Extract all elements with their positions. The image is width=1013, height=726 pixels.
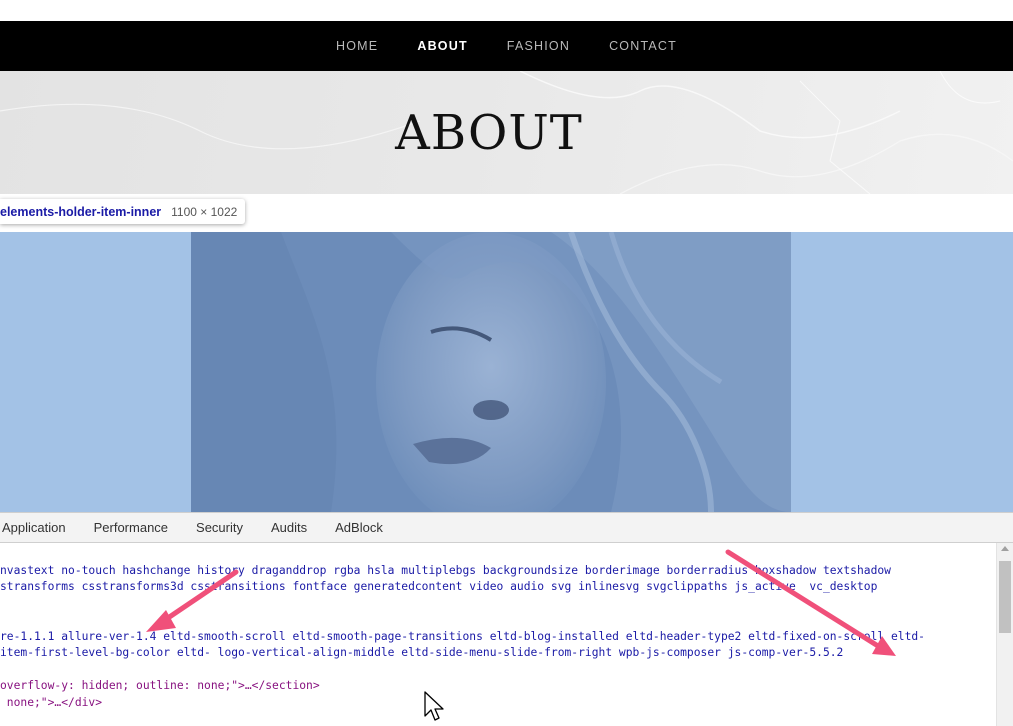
code-line[interactable]: overflow-y: hidden; outline: none;">…</s… — [0, 678, 320, 695]
tab-adblock[interactable]: AdBlock — [334, 520, 383, 535]
inspector-tooltip: elements-holder-item-inner 1100 × 1022 — [0, 199, 246, 224]
tab-audits[interactable]: Audits — [270, 520, 307, 535]
tab-application[interactable]: Application — [1, 520, 66, 535]
page-title: ABOUT — [395, 105, 583, 161]
nav-item-fashion[interactable]: FASHION — [507, 39, 570, 53]
element-dimensions: 1100 × 1022 — [171, 204, 238, 219]
code-line[interactable]: none;">…</div> — [0, 695, 102, 712]
code-scrollbar[interactable] — [996, 543, 1013, 726]
scroll-up-icon[interactable] — [1001, 546, 1009, 551]
code-line[interactable]: stransforms csstransforms3d csstransitio… — [0, 579, 877, 596]
page-hero: ABOUT — [0, 71, 1013, 194]
tab-performance[interactable]: Performance — [93, 520, 168, 535]
element-selector: elements-holder-item-inner — [0, 204, 162, 219]
nav-item-home[interactable]: HOME — [336, 39, 378, 53]
tab-security[interactable]: Security — [195, 520, 243, 535]
code-line[interactable]: nvastext no-touch hashchange history dra… — [0, 563, 891, 580]
main-nav: HOME ABOUT FASHION CONTACT — [0, 21, 1013, 71]
browser-viewport: HOME ABOUT FASHION CONTACT ABOUT element… — [0, 0, 1013, 726]
devtools-tab-bar: Application Performance Security Audits … — [0, 512, 1013, 543]
nav-item-contact[interactable]: CONTACT — [609, 39, 677, 53]
nav-item-about[interactable]: ABOUT — [417, 39, 467, 53]
portrait-photo-icon — [191, 232, 791, 512]
scroll-thumb[interactable] — [999, 561, 1011, 633]
code-line[interactable]: re-1.1.1 allure-ver-1.4 eltd-smooth-scro… — [0, 629, 925, 646]
elements-code-panel: nvastext no-touch hashchange history dra… — [0, 543, 996, 726]
portrait-photo — [191, 232, 791, 512]
mouse-cursor-icon — [424, 691, 444, 721]
code-line[interactable]: item-first-level-bg-color eltd- logo-ver… — [0, 645, 843, 662]
